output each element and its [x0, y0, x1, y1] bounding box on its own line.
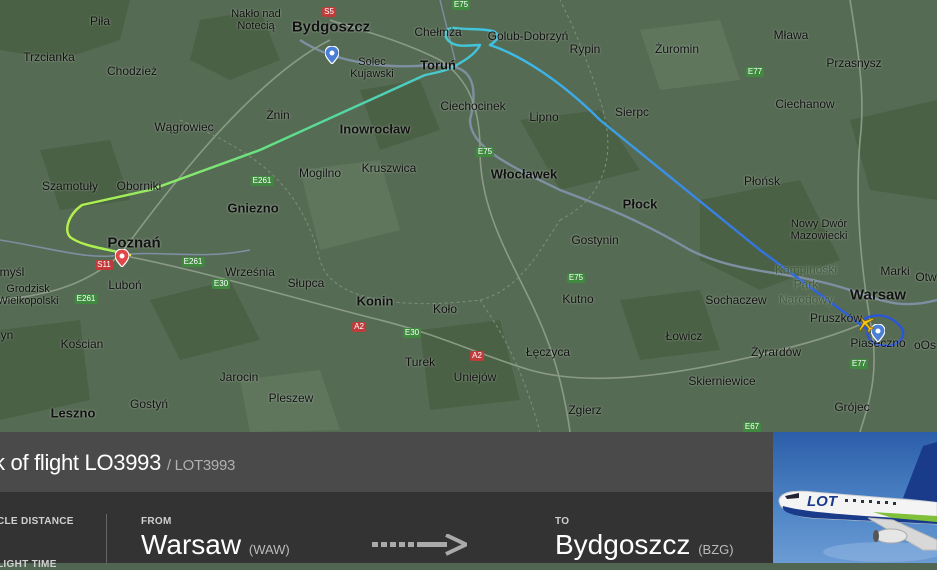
place-label: Marki	[880, 264, 910, 278]
destination-code: (BZG)	[698, 542, 734, 557]
place-label: Łowicz	[665, 329, 703, 343]
place-label: Nakło nad Notecią	[231, 8, 281, 32]
place-label: Solec Kujawski	[350, 56, 394, 80]
place-label: Toruń	[420, 57, 456, 73]
destination-city[interactable]: Bydgoszcz (BZG)	[555, 529, 734, 561]
road-shield: E77	[849, 359, 869, 369]
route-details: CLE DISTANCE LIGHT TIME FROM Warsaw (WAW…	[0, 492, 773, 570]
place-label: Września	[225, 265, 275, 279]
origin-code: (WAW)	[248, 542, 290, 557]
place-label: Turek	[404, 355, 436, 369]
place-label: Kutno	[562, 292, 594, 306]
place-label: myśl	[0, 265, 25, 279]
place-label: Luboń	[108, 278, 142, 292]
road-shield: A2	[470, 351, 484, 361]
road-shield: E77	[745, 67, 765, 77]
destination-city-name: Bydgoszcz	[555, 529, 691, 560]
place-label: Chodzież	[106, 64, 158, 78]
place-label: Koło	[432, 302, 458, 316]
place-label: Piła	[89, 14, 111, 28]
place-label: Lipno	[529, 110, 559, 124]
callsign: / LOT3993	[166, 457, 236, 474]
place-label: Żnin	[266, 108, 290, 122]
road-shield: E261	[181, 257, 205, 267]
place-label: Skierniewice	[688, 374, 756, 388]
livery-text: LOT	[807, 493, 839, 510]
flight-time-label: LIGHT TIME	[0, 559, 57, 570]
place-label: Chełmża	[414, 25, 462, 39]
aircraft-image: LOT	[778, 442, 937, 562]
place-label: Płońsk	[743, 174, 781, 188]
place-label: Oborniki	[116, 179, 162, 193]
place-label: Kampinoski Park Narodowy	[774, 262, 838, 307]
place-label: Płock	[622, 196, 658, 212]
place-label: Gostynin	[571, 233, 619, 247]
place-label: Grodzisk Wielkopolski	[0, 283, 59, 307]
place-label: Kruszwica	[361, 161, 417, 175]
place-label: Łęczyca	[525, 345, 571, 359]
flight-title-text: k of flight LO3993	[0, 450, 162, 475]
place-label: Jarocin	[219, 370, 259, 384]
place-label: Leszno	[50, 405, 96, 421]
place-label: Kościan	[60, 337, 104, 351]
flight-info-panel: k of flight LO3993 / LOT3993 CLE DISTANC…	[0, 432, 773, 570]
place-label: Włocławek	[490, 166, 558, 182]
road-shield: E67	[742, 422, 762, 432]
road-shield: A2	[352, 322, 366, 332]
place-label: Pruszków	[809, 311, 863, 325]
place-label: Mława	[773, 28, 809, 42]
place-label: Przasnysz	[826, 56, 882, 70]
from-label: FROM	[141, 516, 172, 527]
place-label: Nowy Dwór Mazowiecki	[790, 218, 848, 242]
road-shield: E75	[566, 273, 586, 283]
place-label: Szamotuły	[41, 179, 99, 193]
place-label: Gostyń	[129, 397, 169, 411]
road-shield: E261	[74, 294, 98, 304]
road-shield: E75	[451, 0, 471, 10]
place-label: Bydgoszcz	[291, 18, 371, 36]
place-label: Pleszew	[268, 391, 314, 405]
place-label: Warsaw	[849, 286, 907, 304]
place-label: Słupca	[287, 276, 325, 290]
road-shield: S5	[322, 7, 336, 17]
place-label: Wągrowiec	[154, 120, 214, 134]
place-label: Konin	[356, 293, 394, 309]
aircraft-photo[interactable]: LOT	[773, 432, 937, 563]
place-label: Otw	[915, 270, 937, 284]
road-shield: S11	[95, 260, 113, 270]
place-label: Grójec	[834, 400, 870, 414]
place-label: Rypin	[569, 42, 601, 56]
to-label: TO	[555, 516, 570, 527]
divider	[106, 514, 107, 564]
flight-title: k of flight LO3993 / LOT3993	[0, 450, 235, 476]
place-label: Ciechocinek	[440, 99, 506, 113]
place-label: Żuromin	[654, 42, 700, 56]
road-shield: E30	[402, 328, 422, 338]
place-label: Mogilno	[298, 166, 342, 180]
origin-city-name: Warsaw	[141, 529, 242, 560]
place-label: Ciechanow	[775, 97, 835, 111]
origin-city[interactable]: Warsaw (WAW)	[141, 529, 290, 561]
place-label: Zgierz	[568, 403, 602, 417]
place-label: oOs	[913, 338, 937, 352]
circle-distance-label: CLE DISTANCE	[0, 516, 74, 527]
road-shield: E30	[211, 279, 231, 289]
place-label: Uniejów	[453, 370, 497, 384]
place-label: Sierpc	[614, 105, 650, 119]
flight-header: k of flight LO3993 / LOT3993	[0, 432, 773, 492]
place-label: Sochaczew	[705, 293, 767, 307]
route-arrow-icon	[372, 533, 471, 561]
place-label: Golub-Dobrzyń	[487, 29, 569, 43]
road-shield: E75	[475, 147, 495, 157]
place-label: yn	[0, 328, 14, 342]
place-label: Żyrardów	[750, 345, 802, 359]
place-label: Gniezno	[227, 200, 279, 216]
place-label: Trzcianka	[23, 50, 75, 64]
road-shield: E261	[250, 176, 274, 186]
place-label: Inowrocław	[339, 121, 411, 137]
flight-map[interactable]: Piła Nakło nad Notecią Bydgoszcz Chełmża…	[0, 0, 937, 432]
